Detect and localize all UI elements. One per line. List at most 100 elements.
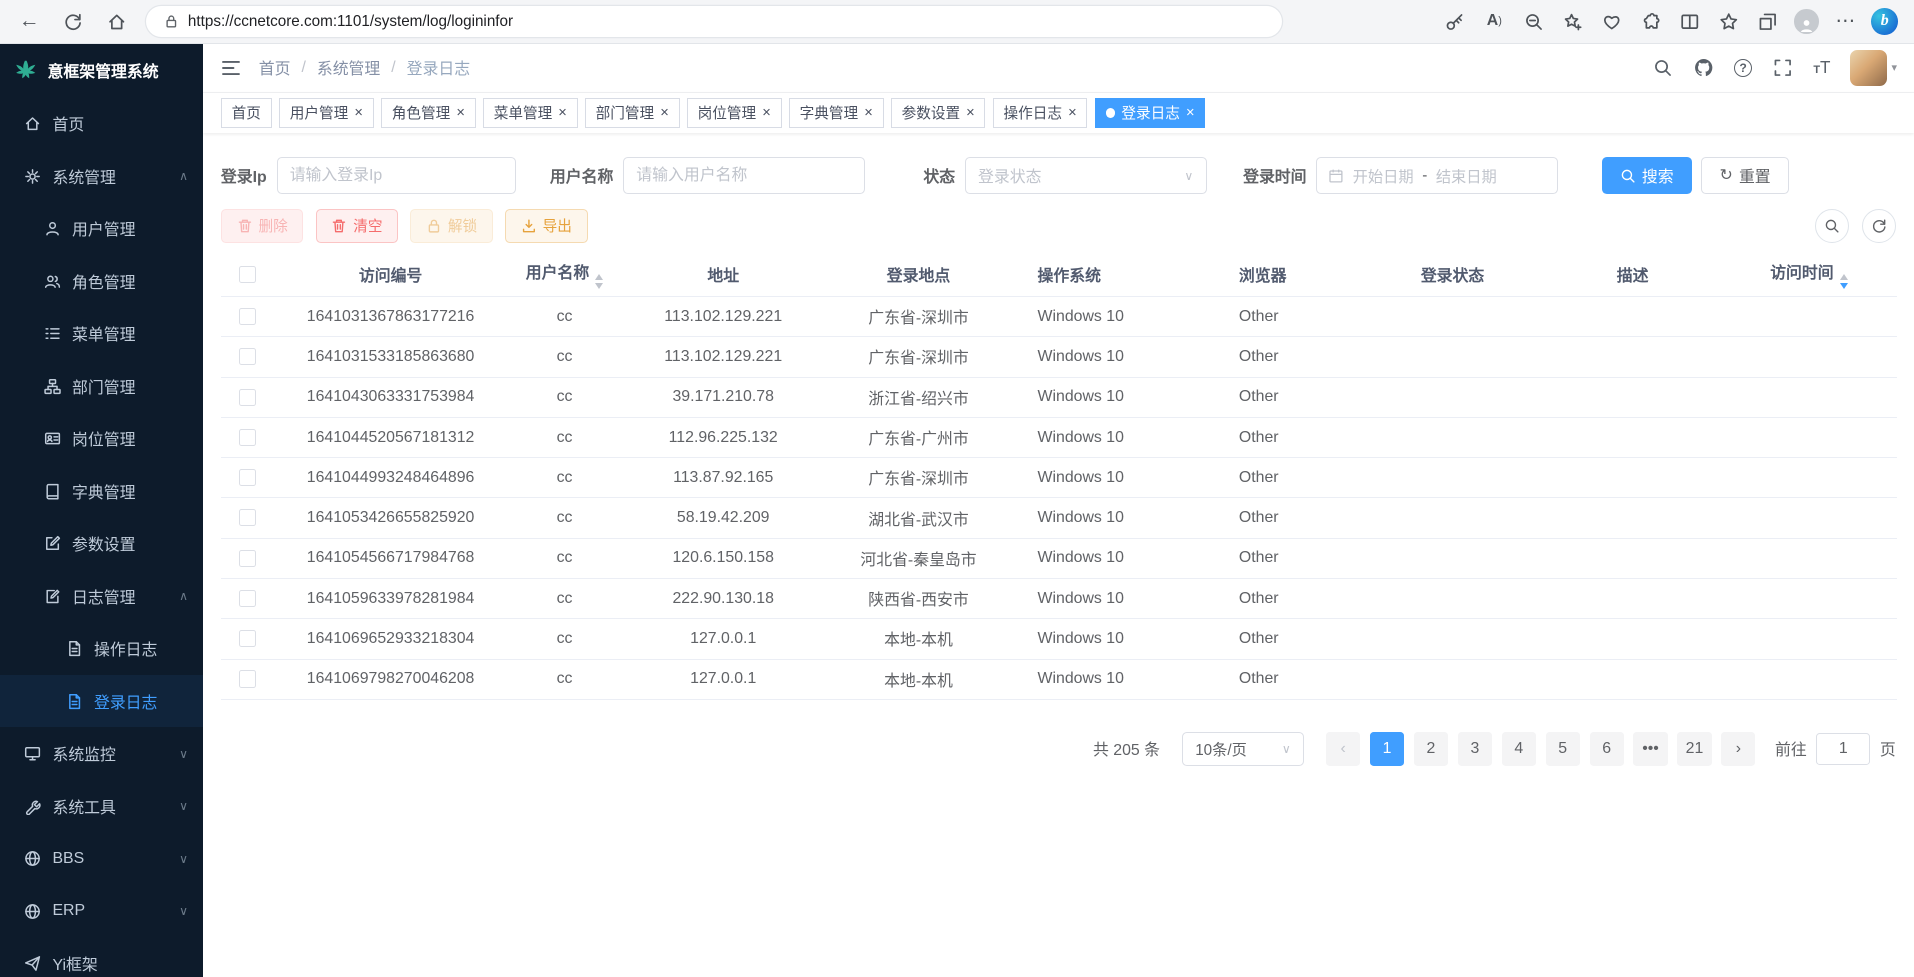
login-time-range-picker[interactable]: 开始日期 - 结束日期 [1316, 157, 1558, 194]
tab-item[interactable]: 字典管理× [789, 98, 884, 127]
toggle-search-button[interactable] [1815, 209, 1849, 243]
close-tab-icon[interactable]: × [660, 106, 669, 121]
close-tab-icon[interactable]: × [1186, 106, 1195, 121]
sidebar-item-erp[interactable]: ERP∨ [0, 885, 203, 937]
row-checkbox[interactable] [239, 590, 256, 607]
search-button[interactable]: 搜索 [1602, 157, 1692, 194]
tab-item[interactable]: 用户管理× [279, 98, 374, 127]
reset-button[interactable]: ↻ 重置 [1701, 157, 1788, 194]
sort-caret-icon[interactable] [595, 274, 603, 288]
essentials-icon[interactable] [1594, 6, 1628, 38]
question-icon[interactable]: ? [1734, 59, 1752, 77]
row-checkbox[interactable] [239, 469, 256, 486]
back-icon[interactable]: ← [12, 6, 46, 38]
tab-item[interactable]: 部门管理× [585, 98, 680, 127]
close-tab-icon[interactable]: × [966, 106, 975, 121]
row-checkbox[interactable] [239, 509, 256, 526]
profile-icon[interactable] [1790, 6, 1824, 38]
more-pages-button[interactable]: ••• [1633, 732, 1667, 766]
star-plus-icon[interactable] [1555, 6, 1589, 38]
clear-button[interactable]: 清空 [316, 209, 399, 243]
close-tab-icon[interactable]: × [762, 106, 771, 121]
delete-button[interactable]: 删除 [221, 209, 304, 243]
column-header[interactable]: 用户名称 [507, 253, 623, 297]
page-button-1[interactable]: 1 [1370, 732, 1404, 766]
tab-item[interactable]: 操作日志× [993, 98, 1088, 127]
sort-caret-icon[interactable] [1840, 274, 1848, 288]
sidebar-item-login-log[interactable]: 登录日志 [0, 675, 203, 727]
close-tab-icon[interactable]: × [864, 106, 873, 121]
select-all-checkbox[interactable] [239, 266, 256, 283]
row-checkbox[interactable] [239, 630, 256, 647]
sidebar-item-system-tools[interactable]: 系统工具∨ [0, 780, 203, 832]
column-header[interactable]: 访问时间 [1721, 253, 1897, 297]
page-button-21[interactable]: 21 [1677, 732, 1711, 766]
tab-item[interactable]: 菜单管理× [483, 98, 578, 127]
fullscreen-icon[interactable] [1773, 58, 1793, 78]
status-select[interactable]: 登录状态 ∨ [965, 157, 1207, 194]
sidebar-item-role-manage[interactable]: 角色管理 [0, 255, 203, 307]
sidebar-item-param-settings[interactable]: 参数设置 [0, 518, 203, 570]
sidebar-item-dict-manage[interactable]: 字典管理 [0, 465, 203, 517]
goto-page-input[interactable] [1816, 733, 1870, 765]
page-button-5[interactable]: 5 [1546, 732, 1580, 766]
url-bar[interactable]: https://ccnetcore.com:1101/system/log/lo… [146, 6, 1281, 38]
page-button-2[interactable]: 2 [1414, 732, 1448, 766]
sidebar-item-menu-manage[interactable]: 菜单管理 [0, 308, 203, 360]
page-size-select[interactable]: 10条/页 ∨ [1182, 732, 1304, 766]
more-dots-icon[interactable]: ⋯ [1829, 6, 1863, 38]
row-checkbox[interactable] [239, 429, 256, 446]
tab-item[interactable]: 登录日志× [1095, 98, 1206, 127]
page-button-4[interactable]: 4 [1502, 732, 1536, 766]
login-ip-input[interactable] [277, 157, 516, 194]
page-button-6[interactable]: 6 [1590, 732, 1624, 766]
row-checkbox[interactable] [239, 308, 256, 325]
favorites-icon[interactable] [1711, 6, 1745, 38]
row-checkbox[interactable] [239, 550, 256, 567]
reload-icon[interactable] [56, 6, 90, 38]
sidebar-item-log-manage[interactable]: 日志管理∧ [0, 570, 203, 622]
sidebar-item-post-manage[interactable]: 岗位管理 [0, 413, 203, 465]
sidebar-item-home[interactable]: 首页 [0, 98, 203, 150]
tab-item[interactable]: 参数设置× [891, 98, 986, 127]
next-page-button[interactable]: › [1721, 732, 1755, 766]
github-icon[interactable] [1694, 58, 1714, 78]
breadcrumb-home[interactable]: 首页 [259, 56, 291, 79]
zoom-out-icon[interactable] [1516, 6, 1550, 38]
sidebar-item-operation-log[interactable]: 操作日志 [0, 622, 203, 674]
split-screen-icon[interactable] [1672, 6, 1706, 38]
sidebar-item-bbs[interactable]: BBS∨ [0, 832, 203, 884]
collections-icon[interactable] [1751, 6, 1785, 38]
home-icon[interactable] [100, 6, 134, 38]
unlock-button[interactable]: 解锁 [410, 209, 493, 243]
user-name-input[interactable] [623, 157, 865, 194]
bing-icon[interactable]: b [1868, 6, 1902, 38]
tab-item[interactable]: 角色管理× [381, 98, 476, 127]
tab-item[interactable]: 岗位管理× [687, 98, 782, 127]
key-icon[interactable] [1438, 6, 1472, 38]
collapse-menu-icon[interactable] [220, 57, 242, 79]
prev-page-button[interactable]: ‹ [1326, 732, 1360, 766]
breadcrumb-system[interactable]: 系统管理 [317, 56, 380, 79]
sidebar-item-system-monitor[interactable]: 系统监控∨ [0, 727, 203, 779]
row-checkbox[interactable] [239, 670, 256, 687]
sidebar-item-dept-manage[interactable]: 部门管理 [0, 360, 203, 412]
close-tab-icon[interactable]: × [354, 106, 363, 121]
tab-item[interactable]: 首页 [221, 98, 272, 127]
refresh-table-button[interactable] [1862, 209, 1896, 243]
close-tab-icon[interactable]: × [558, 106, 567, 121]
row-checkbox[interactable] [239, 348, 256, 365]
read-aloud-icon[interactable]: A) [1477, 6, 1511, 38]
close-tab-icon[interactable]: × [456, 106, 465, 121]
sidebar-item-user-manage[interactable]: 用户管理 [0, 203, 203, 255]
font-size-icon[interactable]: TT [1813, 56, 1830, 79]
row-checkbox[interactable] [239, 389, 256, 406]
sidebar-item-yi-framework[interactable]: Yi框架 [0, 937, 203, 976]
user-avatar[interactable]: ▾ [1850, 50, 1897, 87]
close-tab-icon[interactable]: × [1068, 106, 1077, 121]
search-icon[interactable] [1653, 58, 1673, 78]
extensions-icon[interactable] [1633, 6, 1667, 38]
sidebar-item-system-manage[interactable]: 系统管理∧ [0, 150, 203, 202]
export-button[interactable]: 导出 [505, 209, 588, 243]
page-button-3[interactable]: 3 [1458, 732, 1492, 766]
